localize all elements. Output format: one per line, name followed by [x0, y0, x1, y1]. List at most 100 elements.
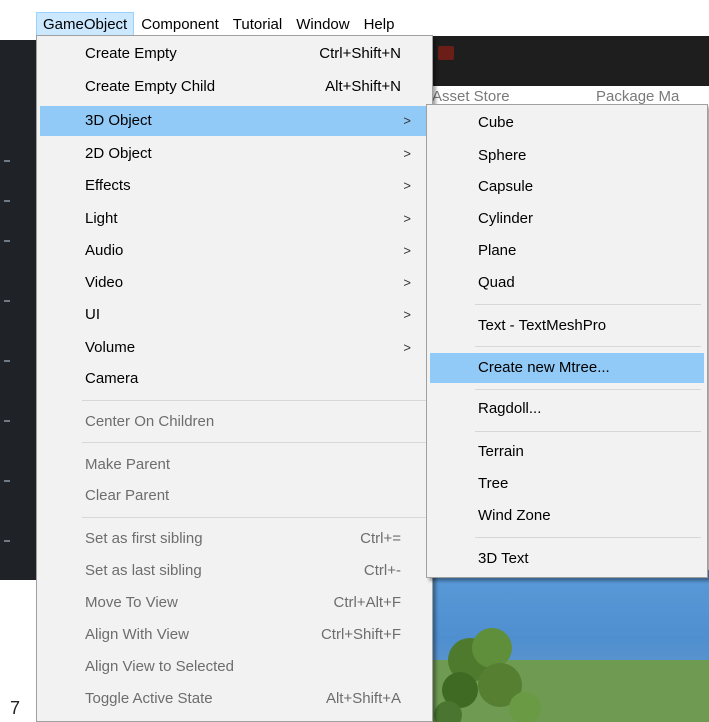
menu-item-label: Move To View [85, 594, 178, 611]
menu-item-2d-object[interactable]: 2D Object > [40, 139, 429, 169]
menu-item-label: Align With View [85, 626, 189, 643]
menu-item-label: Tree [478, 475, 509, 492]
menu-item-create-empty[interactable]: Create Empty Ctrl+Shift+N [40, 39, 429, 69]
submenu-item-tree[interactable]: Tree [430, 469, 704, 499]
tree-foliage-icon [434, 628, 541, 722]
menu-item-label: Create Empty [85, 45, 177, 62]
menu-item-light[interactable]: Light > [40, 204, 429, 234]
menu-separator [475, 537, 701, 538]
menu-item-align-view-to-selected[interactable]: Align View to Selected [40, 652, 429, 682]
chevron-right-icon: > [403, 275, 411, 290]
menu-item-make-parent[interactable]: Make Parent [40, 450, 429, 480]
panel-mark [4, 200, 10, 202]
menu-item-move-to-view[interactable]: Move To View Ctrl+Alt+F [40, 588, 429, 618]
menu-item-ui[interactable]: UI > [40, 300, 429, 330]
menu-item-label: 3D Object [85, 112, 152, 129]
chevron-right-icon: > [403, 178, 411, 193]
menu-item-label: 2D Object [85, 145, 152, 162]
menu-item-label: Wind Zone [478, 507, 551, 524]
menubar-window[interactable]: Window [289, 12, 356, 36]
menu-item-audio[interactable]: Audio > [40, 236, 429, 266]
submenu-item-quad[interactable]: Quad [430, 268, 704, 298]
chevron-right-icon: > [403, 146, 411, 161]
menu-item-set-last-sibling[interactable]: Set as last sibling Ctrl+- [40, 556, 429, 586]
menu-item-video[interactable]: Video > [40, 268, 429, 298]
menu-item-set-first-sibling[interactable]: Set as first sibling Ctrl+= [40, 524, 429, 554]
menu-item-label: Center On Children [85, 413, 215, 430]
chevron-right-icon: > [403, 307, 411, 322]
menu-item-shortcut: Ctrl+- [363, 562, 401, 579]
submenu-item-ragdoll[interactable]: Ragdoll... [430, 394, 704, 424]
submenu-item-plane[interactable]: Plane [430, 236, 704, 266]
submenu-item-terrain[interactable]: Terrain [430, 437, 704, 467]
menu-separator [82, 442, 426, 443]
submenu-item-create-new-mtree[interactable]: Create new Mtree... [430, 353, 704, 383]
menu-item-volume[interactable]: Volume > [40, 333, 429, 363]
menu-item-create-empty-child[interactable]: Create Empty Child Alt+Shift+N [40, 72, 429, 102]
menu-item-label: Toggle Active State [85, 690, 213, 707]
menu-item-label: Audio [85, 242, 124, 259]
menu-item-label: Light [85, 210, 118, 227]
menu-item-3d-object[interactable]: 3D Object > [40, 106, 429, 136]
menu-item-label: Align View to Selected [85, 658, 234, 675]
menubar-tutorial[interactable]: Tutorial [226, 12, 289, 36]
submenu-item-wind-zone[interactable]: Wind Zone [430, 501, 704, 531]
menu-separator [82, 517, 426, 518]
hierarchy-panel-edge [0, 40, 36, 580]
menu-item-label: Ragdoll... [478, 400, 542, 417]
submenu-item-cube[interactable]: Cube [430, 108, 704, 138]
tab-asset-store[interactable]: Asset Store [432, 88, 510, 105]
menu-item-label: Create new Mtree... [478, 359, 610, 376]
chevron-right-icon: > [403, 340, 411, 355]
menu-item-shortcut: Alt+Shift+N [325, 78, 401, 95]
menu-item-label: UI [85, 306, 100, 323]
menu-item-shortcut: Alt+Shift+A [325, 690, 401, 707]
menu-item-label: Video [85, 274, 124, 291]
menu-item-label: Plane [478, 242, 517, 259]
submenu-item-cylinder[interactable]: Cylinder [430, 204, 704, 234]
tab-package-manager[interactable]: Package Ma [596, 88, 679, 105]
panel-mark [4, 300, 10, 302]
menu-item-shortcut: Ctrl+Alt+F [333, 594, 401, 611]
toolbar-button[interactable] [438, 46, 454, 60]
menubar-gameobject[interactable]: GameObject [36, 12, 135, 36]
menu-item-clear-parent[interactable]: Clear Parent [40, 481, 429, 511]
menubar-component[interactable]: Component [134, 12, 226, 36]
submenu-item-textmeshpro[interactable]: Text - TextMeshPro [430, 311, 704, 341]
gameobject-menu: Create Empty Ctrl+Shift+N Create Empty C… [36, 35, 433, 722]
panel-mark [4, 240, 10, 242]
menu-item-center-on-children[interactable]: Center On Children [40, 407, 429, 437]
menu-item-shortcut: Ctrl+= [360, 530, 401, 547]
chevron-right-icon: > [403, 113, 411, 128]
submenu-item-sphere[interactable]: Sphere [430, 141, 704, 171]
corner-glyph: 7 [10, 698, 21, 718]
menu-item-toggle-active-state[interactable]: Toggle Active State Alt+Shift+A [40, 684, 429, 714]
menu-item-label: Camera [85, 370, 139, 387]
menu-item-label: Set as first sibling [85, 530, 203, 547]
menu-separator [475, 304, 701, 305]
submenu-item-3d-text[interactable]: 3D Text [430, 544, 704, 574]
menu-bar: GameObject Component Tutorial Window Hel… [36, 12, 402, 36]
menu-item-align-with-view[interactable]: Align With View Ctrl+Shift+F [40, 620, 429, 650]
menu-item-shortcut: Ctrl+Shift+F [320, 626, 401, 643]
menu-item-label: Capsule [478, 178, 534, 195]
chevron-right-icon: > [403, 211, 411, 226]
menu-item-effects[interactable]: Effects > [40, 171, 429, 201]
menu-item-label: Cube [478, 114, 514, 131]
menu-item-label: Quad [478, 274, 515, 291]
menu-item-label: Terrain [478, 443, 524, 460]
panel-mark [4, 480, 10, 482]
chevron-right-icon: > [403, 243, 411, 258]
panel-mark [4, 160, 10, 162]
menu-separator [82, 400, 426, 401]
menu-item-camera[interactable]: Camera [40, 364, 429, 394]
panel-mark [4, 420, 10, 422]
submenu-item-capsule[interactable]: Capsule [430, 172, 704, 202]
menu-item-label: 3D Text [478, 550, 529, 567]
menu-separator [475, 431, 701, 432]
menu-item-label: Cylinder [478, 210, 534, 227]
menu-item-label: Volume [85, 339, 136, 356]
menubar-help[interactable]: Help [357, 12, 402, 36]
menu-item-shortcut: Ctrl+Shift+N [319, 45, 401, 62]
menu-item-label: Sphere [478, 147, 527, 164]
